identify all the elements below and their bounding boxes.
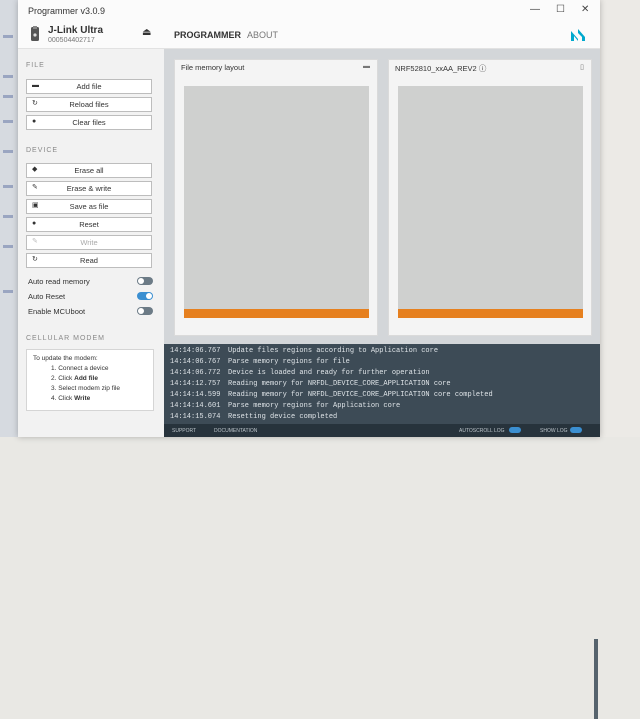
tab-programmer[interactable]: PROGRAMMER — [174, 30, 241, 40]
device-name[interactable]: J-Link Ultra — [48, 25, 103, 36]
button-label: Add file — [76, 82, 102, 91]
tab-about[interactable]: ABOUT — [247, 30, 278, 40]
button-label: Read — [80, 256, 98, 265]
clear-files-button[interactable]: ● Clear files — [26, 115, 152, 130]
jlink-device-icon[interactable] — [28, 26, 42, 42]
section-file: FILE — [26, 62, 45, 69]
modem-step-3: 3. Select modem zip file — [51, 385, 121, 392]
erase-write-button[interactable]: ✎ Erase & write — [26, 181, 152, 196]
file-memory-map — [184, 86, 369, 309]
auto-read-memory-switch[interactable] — [137, 277, 153, 285]
file-memory-region[interactable] — [184, 309, 369, 318]
log-line: 14:14:14.599 Reading memory for NRFDL_DEV… — [170, 391, 493, 399]
toggle-label: Auto read memory — [28, 277, 90, 286]
add-file-button[interactable]: ▬ Add file — [26, 79, 152, 94]
modem-intro: To update the modem: — [33, 355, 98, 362]
toggle-enable-mcuboot[interactable]: Enable MCUboot — [28, 306, 153, 318]
erase-all-button[interactable]: ◆ Erase all — [26, 163, 152, 178]
toggle-label: Auto Reset — [28, 292, 66, 301]
programmer-window: Programmer v3.0.9 — ☐ ✕ J-Link Ultra 000… — [18, 0, 600, 719]
toggle-auto-read-memory[interactable]: Auto read memory — [28, 276, 153, 288]
app-header: J-Link Ultra 000504402717 ⏏ PROGRAMMER A… — [18, 22, 600, 49]
button-label: Erase all — [74, 166, 104, 175]
device-memory-map — [398, 86, 583, 309]
log-line: 14:14:15.074 Resetting device completed — [170, 413, 338, 421]
sidebar: FILE ▬ Add file ↻ Reload files ● Clear f… — [18, 49, 164, 437]
button-label: Write — [80, 238, 98, 247]
button-label: Reload files — [69, 100, 109, 109]
toggle-label: Enable MCUboot — [28, 307, 86, 316]
minimize-button[interactable]: — — [530, 4, 540, 15]
log-line: 14:14:06.767 Parse memory regions for fil… — [170, 358, 350, 366]
show-log-label: SHOW LOG — [540, 428, 568, 434]
folder-icon[interactable]: ▬ — [363, 63, 370, 70]
log-line: 14:14:14.601 Parse memory regions for App… — [170, 402, 401, 410]
maximize-button[interactable]: ☐ — [556, 4, 565, 15]
footer-bar: SUPPORT DOCUMENTATION AUTOSCROLL LOG SHO… — [164, 424, 600, 437]
title-bar: Programmer v3.0.9 — ☐ ✕ — [18, 0, 600, 22]
main-area: File memory layout ▬ NRF52810_xxAA_REV2 … — [164, 49, 600, 719]
button-label: Reset — [79, 220, 99, 229]
button-label: Erase & write — [66, 184, 112, 193]
log-line: 14:14:12.757 Reading memory for NRFDL_DEV… — [170, 380, 451, 388]
autoscroll-log-label: AUTOSCROLL LOG — [459, 428, 505, 434]
support-link[interactable]: SUPPORT — [172, 428, 196, 434]
save-as-file-button[interactable]: ▣ Save as file — [26, 199, 152, 214]
log-line: 14:14:06.767 Update files regions accordi… — [170, 347, 439, 355]
close-button[interactable]: ✕ — [581, 4, 589, 15]
section-cellular-modem: CELLULAR MODEM — [26, 335, 105, 342]
desktop-right-edge — [600, 0, 640, 437]
log-panel[interactable]: 14:14:06.767 Update files regions accordi… — [164, 344, 600, 719]
write-button[interactable]: ✎ Write — [26, 235, 152, 250]
log-scrollbar[interactable] — [594, 639, 598, 719]
reload-files-button[interactable]: ↻ Reload files — [26, 97, 152, 112]
modem-instructions: To update the modem: 1. Connect a device… — [26, 349, 154, 411]
eject-icon[interactable]: ⏏ — [142, 27, 151, 38]
section-device: DEVICE — [26, 147, 59, 154]
file-memory-panel: File memory layout ▬ — [174, 59, 378, 336]
device-serial: 000504402717 — [48, 37, 95, 44]
autoscroll-log-switch[interactable] — [509, 427, 521, 433]
log-line: 14:14:06.772 Device is loaded and ready f… — [170, 369, 430, 377]
read-button[interactable]: ↻ Read — [26, 253, 152, 268]
modem-step-2: 2. Click Add file — [51, 375, 98, 382]
info-icon[interactable]: ⓘ — [479, 64, 487, 73]
file-memory-title: File memory layout — [181, 63, 245, 72]
documentation-link[interactable]: DOCUMENTATION — [214, 428, 257, 434]
modem-step-4: 4. Click Write — [51, 395, 91, 402]
enable-mcuboot-switch[interactable] — [137, 307, 153, 315]
modem-step-1: 1. Connect a device — [51, 365, 109, 372]
show-log-switch[interactable] — [570, 427, 582, 433]
reset-button[interactable]: ● Reset — [26, 217, 152, 232]
auto-reset-switch[interactable] — [137, 292, 153, 300]
window-title: Programmer v3.0.9 — [28, 6, 106, 16]
desktop-left-edge — [0, 0, 18, 437]
device-memory-title: NRF52810_xxAA_REV2 ⓘ — [395, 64, 487, 73]
trash-icon[interactable]: ▯ — [580, 63, 584, 71]
toggle-auto-reset[interactable]: Auto Reset — [28, 291, 153, 303]
device-memory-panel: NRF52810_xxAA_REV2 ⓘ ▯ — [388, 59, 592, 336]
device-memory-region[interactable] — [398, 309, 583, 318]
button-label: Save as file — [69, 202, 109, 211]
nordic-logo — [571, 29, 585, 41]
button-label: Clear files — [72, 118, 106, 127]
